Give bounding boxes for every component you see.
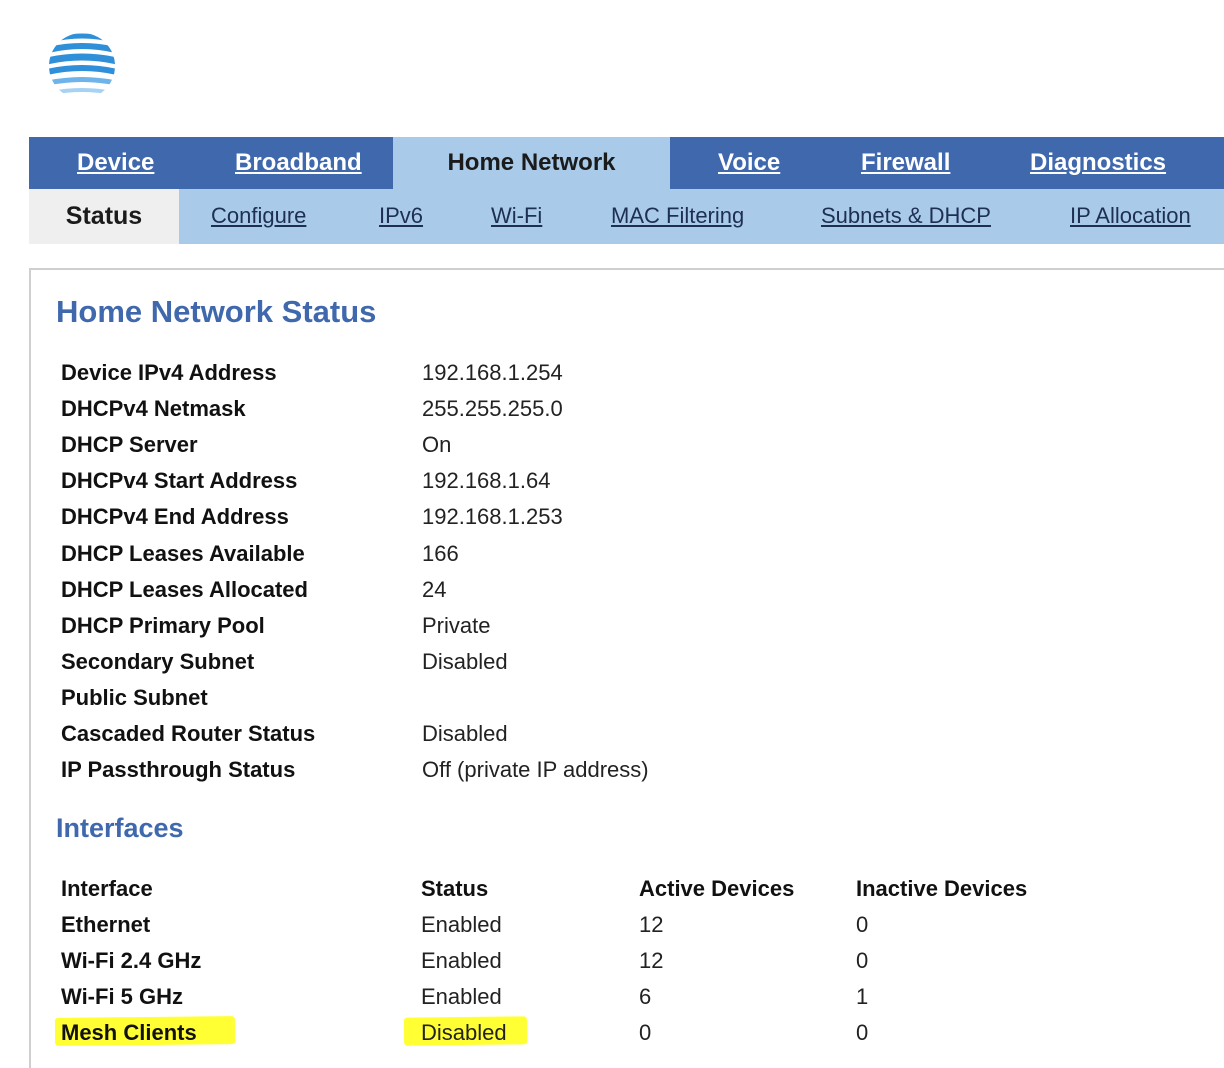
status-label: DHCP Server <box>61 432 198 457</box>
interface-name: Wi-Fi 5 GHz <box>61 984 184 1009</box>
tab-voice[interactable]: Voice <box>718 137 780 189</box>
status-label: DHCP Leases Allocated <box>61 577 308 602</box>
active-devices: 12 <box>639 912 664 937</box>
status-label: Secondary Subnet <box>61 649 255 674</box>
subtab-wifi[interactable]: Wi-Fi <box>491 189 542 244</box>
status-value: 255.255.255.0 <box>422 396 563 421</box>
subtab-configure[interactable]: Configure <box>211 189 306 244</box>
interface-status: Enabled <box>421 912 502 937</box>
interface-status: Enabled <box>421 984 502 1009</box>
inactive-devices: 1 <box>856 984 869 1009</box>
column-header: Interface <box>61 876 153 901</box>
inactive-devices: 0 <box>856 1020 869 1045</box>
tab-broadband[interactable]: Broadband <box>235 137 362 189</box>
status-value: Disabled <box>422 721 508 746</box>
top-navigation: Device Broadband Home Network Voice Fire… <box>29 137 1224 189</box>
status-label: Cascaded Router Status <box>61 721 316 746</box>
status-label: DHCPv4 Start Address <box>61 468 298 493</box>
status-label: Public Subnet <box>61 685 208 710</box>
page-title: Home Network Status <box>56 294 377 329</box>
status-value: On <box>422 432 452 457</box>
status-value: 166 <box>422 541 459 566</box>
status-label: DHCPv4 End Address <box>61 504 289 529</box>
active-devices: 0 <box>639 1020 652 1045</box>
active-devices: 12 <box>639 948 664 973</box>
interface-status: Disabled <box>421 1020 507 1045</box>
tab-diagnostics[interactable]: Diagnostics <box>1030 137 1166 189</box>
subtab-ipv6[interactable]: IPv6 <box>379 189 423 244</box>
interface-name: Mesh Clients <box>61 1020 197 1045</box>
column-header: Active Devices <box>639 876 795 901</box>
status-value: Private <box>422 613 491 638</box>
status-label: Device IPv4 Address <box>61 360 277 385</box>
interface-name: Ethernet <box>61 912 151 937</box>
status-value: 24 <box>422 577 447 602</box>
active-devices: 6 <box>639 984 652 1009</box>
subtab-status[interactable]: Status <box>29 189 179 244</box>
inactive-devices: 0 <box>856 948 869 973</box>
column-header: Inactive Devices <box>856 876 1028 901</box>
subtab-mac-filtering[interactable]: MAC Filtering <box>611 189 744 244</box>
interfaces-heading: Interfaces <box>56 813 184 843</box>
sub-navigation: Status Configure IPv6 Wi-Fi MAC Filterin… <box>29 189 1224 244</box>
subtab-ip-allocation[interactable]: IP Allocation <box>1070 189 1191 244</box>
status-value: 192.168.1.253 <box>422 504 563 529</box>
status-label: DHCPv4 Netmask <box>61 396 246 421</box>
interface-name: Wi-Fi 2.4 GHz <box>61 948 202 973</box>
interface-status: Enabled <box>421 948 502 973</box>
tab-home-network[interactable]: Home Network <box>393 137 670 189</box>
tab-firewall[interactable]: Firewall <box>861 137 950 189</box>
inactive-devices: 0 <box>856 912 869 937</box>
status-label: IP Passthrough Status <box>61 757 296 782</box>
column-header: Status <box>421 876 489 901</box>
att-globe-icon <box>49 33 115 99</box>
subtab-subnets-dhcp[interactable]: Subnets & DHCP <box>821 189 991 244</box>
tab-device[interactable]: Device <box>77 137 154 189</box>
status-value: 192.168.1.64 <box>422 468 551 493</box>
status-label: DHCP Leases Available <box>61 541 305 566</box>
status-label: DHCP Primary Pool <box>61 613 265 638</box>
status-value: Off (private IP address) <box>422 757 649 782</box>
status-value: 192.168.1.254 <box>422 360 563 385</box>
status-value: Disabled <box>422 649 508 674</box>
